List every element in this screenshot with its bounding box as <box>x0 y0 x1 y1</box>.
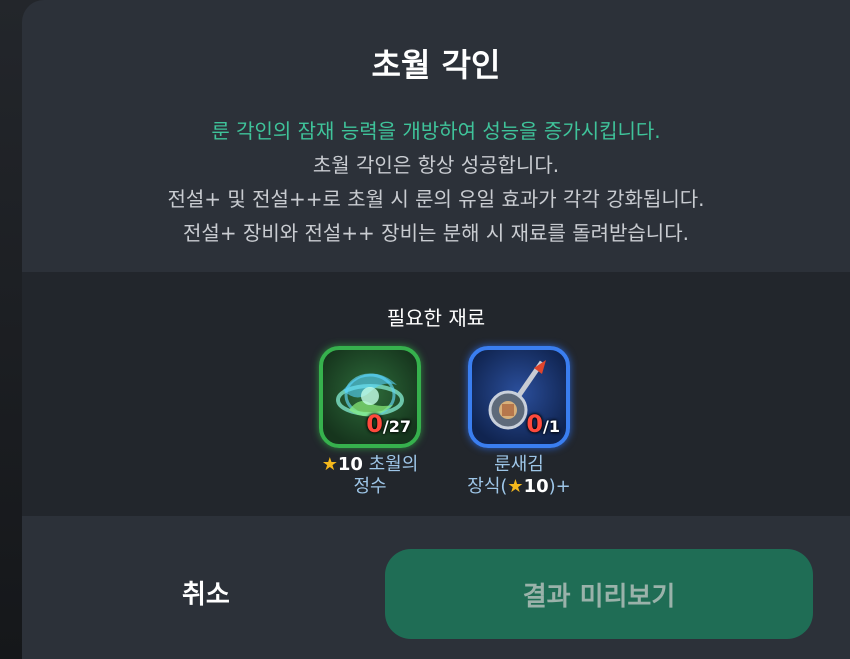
essence-swirl-icon: 0/27 <box>319 346 421 448</box>
dialog-title: 초월 각인 <box>371 46 501 84</box>
material-name: 룬새김 장식(★10)+ <box>467 454 571 497</box>
description-line: 전설+ 장비와 전설++ 장비는 분해 시 재료를 돌려받습니다. <box>183 221 689 245</box>
cancel-button[interactable]: 취소 <box>182 574 230 611</box>
description-line: 전설+ 및 전설++로 초월 시 룬의 유일 효과가 각각 강화됩니다. <box>167 187 705 211</box>
preview-result-button[interactable]: 결과 미리보기 <box>385 549 813 639</box>
material-count: 0/1 <box>526 410 560 438</box>
star-icon: ★ <box>321 454 338 475</box>
materials-title: 필요한 재료 <box>386 306 486 330</box>
dialog-description: 룬 각인의 잠재 능력을 개방하여 성능을 증가시킵니다. 초월 각인은 항상 … <box>22 114 850 250</box>
description-line: 초월 각인은 항상 성공합니다. <box>312 153 560 177</box>
rune-carving-icon: 0/1 <box>468 346 570 448</box>
material-item-essence[interactable]: 0/27 ★10 초월의 정수 <box>310 346 430 498</box>
description-line-highlight: 룬 각인의 잠재 능력을 개방하여 성능을 증가시킵니다. <box>211 119 661 143</box>
transcend-engraving-dialog: 초월 각인 룬 각인의 잠재 능력을 개방하여 성능을 증가시킵니다. 초월 각… <box>22 0 850 659</box>
material-count: 0/27 <box>366 410 411 438</box>
star-icon: ★ <box>507 476 524 497</box>
material-name: ★10 초월의 정수 <box>321 454 419 497</box>
required-materials-panel: 필요한 재료 0/27 ★10 초월의 정수 0/1 룬새김 장식(★10)+ <box>22 272 850 516</box>
material-item-rune-carving[interactable]: 0/1 룬새김 장식(★10)+ <box>459 346 579 498</box>
